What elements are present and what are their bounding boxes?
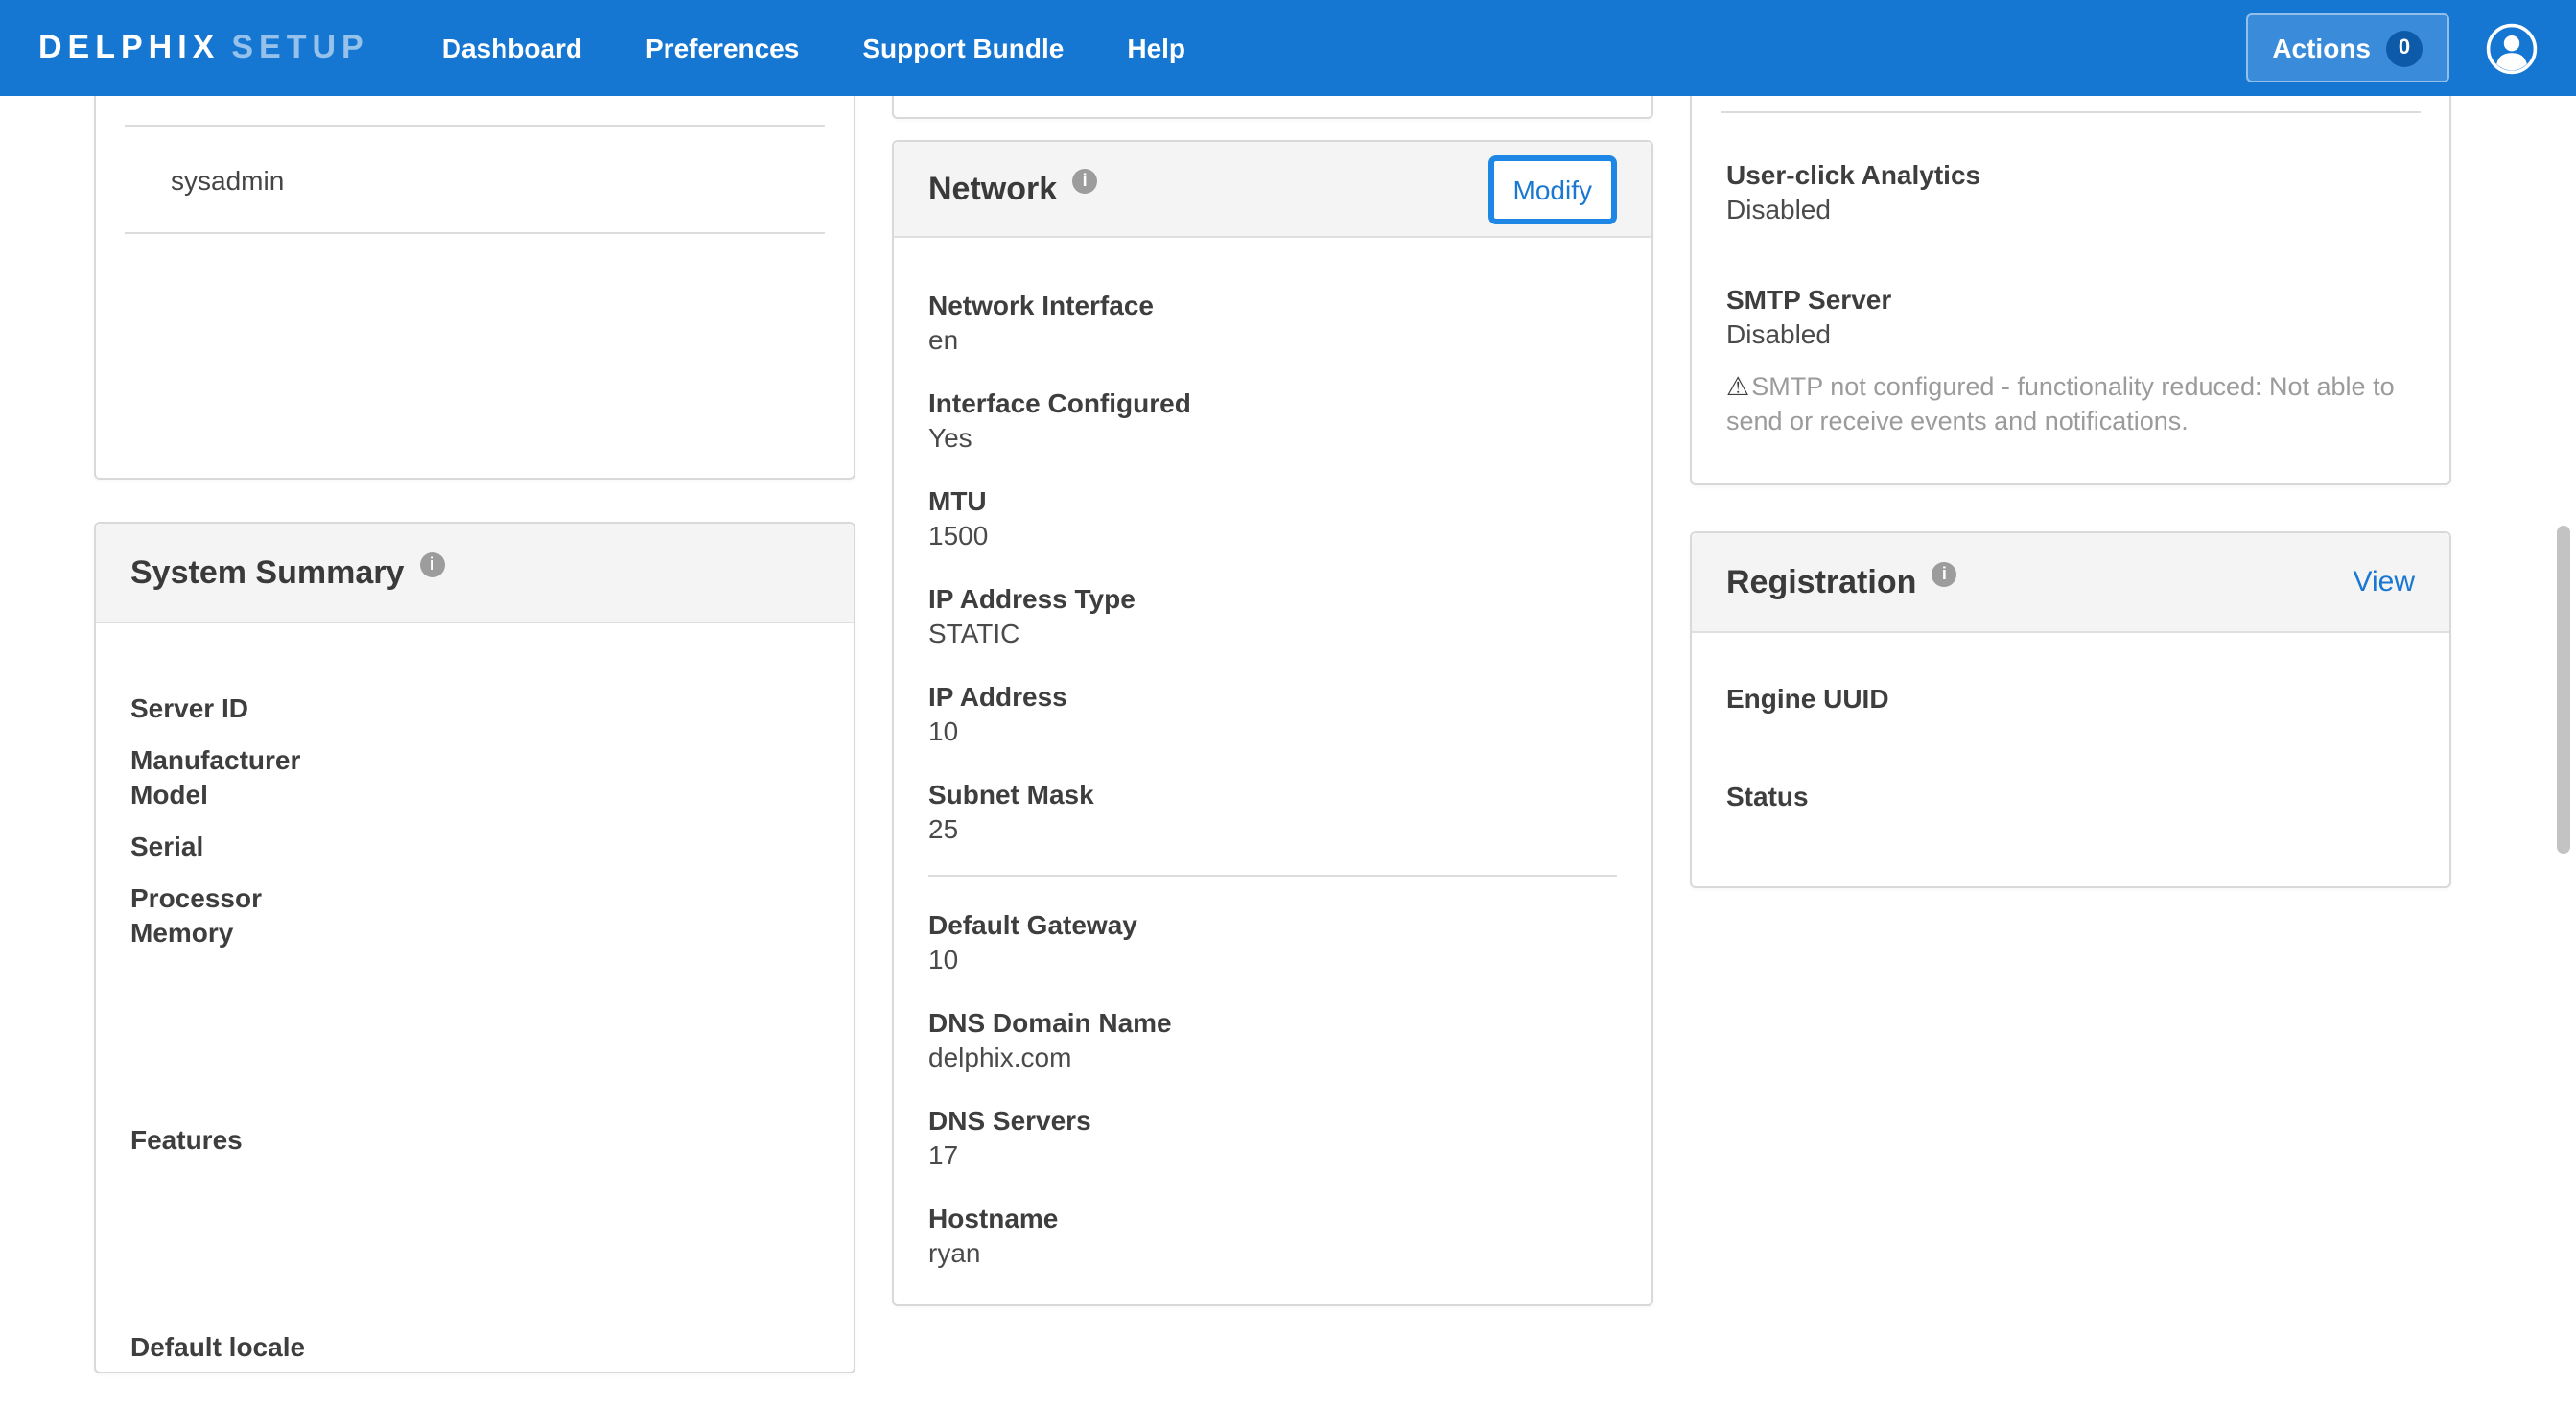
logo-primary: DELPHIX [38, 29, 220, 67]
field-label: IP Address Type [928, 581, 1617, 616]
nav-help[interactable]: Help [1127, 33, 1185, 63]
field-value: delphix.com [928, 1040, 1617, 1074]
network-title: Network [928, 170, 1057, 208]
field-label: SMTP Server [1726, 282, 2415, 317]
system-summary-body: Server ID Manufacturer Model Serial Proc… [96, 623, 854, 1364]
section-divider [928, 875, 1617, 877]
field-label: Default Gateway [928, 907, 1617, 942]
field-mtu: MTU 1500 [928, 483, 1617, 552]
nav-dashboard[interactable]: Dashboard [442, 33, 582, 63]
field-ip-address-type: IP Address Type STATIC [928, 581, 1617, 650]
view-link[interactable]: View [2354, 566, 2416, 598]
vertical-scrollbar-thumb[interactable] [2557, 526, 2570, 854]
summary-label-features: Features [130, 1122, 819, 1157]
network-card: Network i Modify Network Interface en In… [892, 140, 1653, 1306]
list-divider [125, 125, 825, 127]
field-dns-servers: DNS Servers 17 [928, 1103, 1617, 1172]
dashboard-content: sysadmin System Summary i Server ID Manu… [0, 0, 2576, 1408]
field-value: Yes [928, 420, 1617, 455]
field-value: 10 [928, 714, 1617, 748]
field-user-click-analytics: User-click Analytics Disabled [1726, 157, 2415, 226]
info-icon[interactable]: i [1932, 562, 1956, 587]
middle-column: Network i Modify Network Interface en In… [892, 0, 1653, 1408]
field-subnet-mask: Subnet Mask 25 [928, 777, 1617, 846]
info-icon[interactable]: i [419, 552, 444, 577]
logo-secondary: SETUP [231, 29, 368, 67]
field-value [1726, 813, 2415, 848]
nav-preferences[interactable]: Preferences [645, 33, 799, 63]
field-value: 1500 [928, 518, 1617, 552]
actions-label: Actions [2272, 33, 2371, 63]
field-label: Subnet Mask [928, 777, 1617, 811]
list-divider [125, 232, 825, 234]
field-label: Interface Configured [928, 386, 1617, 420]
field-default-gateway: Default Gateway 10 [928, 907, 1617, 976]
actions-count-badge: 0 [2386, 30, 2423, 66]
field-label: Engine UUID [1726, 681, 2415, 716]
network-body: Network Interface en Interface Configure… [894, 238, 1651, 1270]
modify-button[interactable]: Modify [1488, 154, 1617, 223]
section-divider [1721, 111, 2421, 113]
field-smtp-server: SMTP Server Disabled [1726, 282, 2415, 351]
left-column: sysadmin System Summary i Server ID Manu… [94, 0, 855, 1408]
field-engine-uuid: Engine UUID [1726, 681, 2415, 750]
field-status: Status [1726, 779, 2415, 848]
field-label: Status [1726, 779, 2415, 813]
field-value: Disabled [1726, 192, 2415, 226]
delphix-setup-logo: DELPHIX SETUP [38, 29, 369, 67]
registration-title: Registration [1726, 563, 1916, 601]
summary-label-default-locale: Default locale [130, 1329, 819, 1364]
smtp-warning-message: ⚠SMTP not configured - functionality red… [1726, 370, 2415, 439]
summary-label-serial: Serial [130, 829, 819, 863]
network-header: Network i Modify [894, 142, 1651, 238]
field-label: Network Interface [928, 288, 1617, 322]
field-dns-domain-name: DNS Domain Name delphix.com [928, 1005, 1617, 1074]
field-value: en [928, 322, 1617, 357]
system-summary-title: System Summary [130, 553, 404, 592]
field-ip-address: IP Address 10 [928, 679, 1617, 748]
field-value: Disabled [1726, 317, 2415, 351]
preferences-body: User-click Analytics Disabled SMTP Serve… [1692, 157, 2449, 439]
field-hostname: Hostname ryan [928, 1201, 1617, 1270]
field-value: 17 [928, 1138, 1617, 1172]
warning-icon: ⚠ [1726, 372, 1749, 401]
registration-body: Engine UUID Status [1692, 633, 2449, 848]
main-navigation: Dashboard Preferences Support Bundle Hel… [442, 33, 1249, 63]
nav-support-bundle[interactable]: Support Bundle [862, 33, 1064, 63]
list-item-sysadmin[interactable]: sysadmin [171, 163, 284, 198]
registration-header: Registration i View [1692, 533, 2449, 633]
right-column: User-click Analytics Disabled SMTP Serve… [1690, 0, 2451, 1408]
field-label: User-click Analytics [1726, 157, 2415, 192]
field-label: IP Address [928, 679, 1617, 714]
info-icon[interactable]: i [1072, 169, 1097, 194]
registration-card: Registration i View Engine UUID Status [1690, 531, 2451, 888]
field-label: DNS Domain Name [928, 1005, 1617, 1040]
field-value: 10 [928, 942, 1617, 976]
summary-label-processor: Processor [130, 880, 819, 915]
system-summary-card: System Summary i Server ID Manufacturer … [94, 522, 855, 1373]
summary-label-model: Model [130, 777, 819, 811]
actions-button[interactable]: Actions 0 [2245, 13, 2449, 82]
field-interface-configured: Interface Configured Yes [928, 386, 1617, 455]
summary-label-server-id: Server ID [130, 691, 819, 725]
top-navbar: DELPHIX SETUP Dashboard Preferences Supp… [0, 0, 2576, 96]
field-value: STATIC [928, 616, 1617, 650]
field-network-interface: Network Interface en [928, 288, 1617, 357]
field-label: Hostname [928, 1201, 1617, 1235]
field-value: 25 [928, 811, 1617, 846]
field-value: ryan [928, 1235, 1617, 1270]
user-avatar-icon[interactable] [2486, 22, 2538, 74]
field-label: DNS Servers [928, 1103, 1617, 1138]
field-value [1726, 716, 2415, 750]
summary-label-memory: Memory [130, 915, 819, 950]
field-label: MTU [928, 483, 1617, 518]
navbar-right: Actions 0 [2245, 13, 2538, 82]
delphix-setup-page: sysadmin System Summary i Server ID Manu… [0, 0, 2576, 1408]
summary-label-manufacturer: Manufacturer [130, 742, 819, 777]
warning-label: SMTP not configured - functionality redu… [1726, 372, 2395, 435]
system-summary-header: System Summary i [96, 524, 854, 623]
